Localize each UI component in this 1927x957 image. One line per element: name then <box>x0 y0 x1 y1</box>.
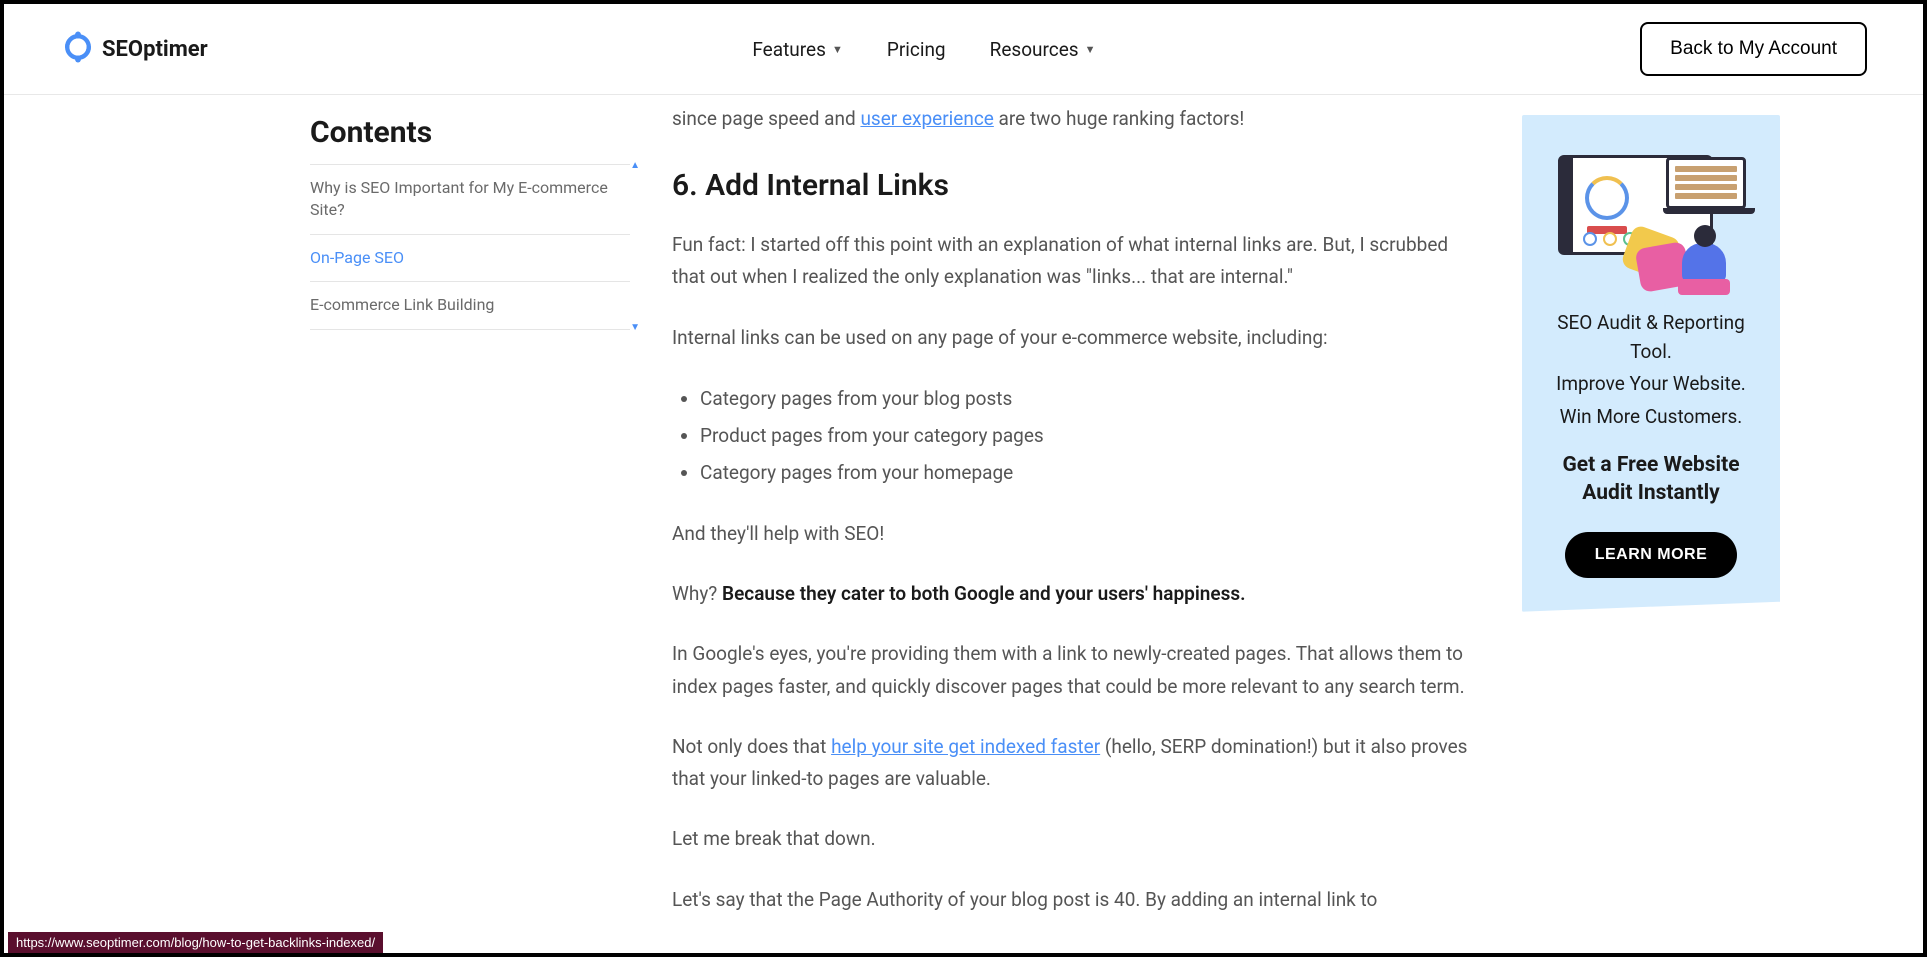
nav-features-label: Features <box>752 38 826 61</box>
nav-pricing-label: Pricing <box>887 38 946 61</box>
site-header: SEOptimer Features ▼ Pricing Resources ▼… <box>4 4 1923 95</box>
chevron-up-icon: ▲ <box>630 159 640 173</box>
back-to-account-button[interactable]: Back to My Account <box>1640 22 1867 76</box>
partial-sentence: since page speed and user experience are… <box>672 107 1470 130</box>
nav-resources[interactable]: Resources ▼ <box>990 38 1096 61</box>
toc-sidebar: Contents Why is SEO Important for My E-c… <box>310 115 630 330</box>
section-heading: 6. Add Internal Links <box>672 168 1470 203</box>
paragraph: Not only does that help your site get in… <box>672 731 1470 796</box>
nav-resources-label: Resources <box>990 38 1079 61</box>
person-graphic <box>1656 225 1736 295</box>
list-item: Category pages from your blog posts <box>700 382 1470 415</box>
paragraph: Fun fact: I started off this point with … <box>672 229 1470 294</box>
toc-item-onpage[interactable]: On-Page SEO <box>310 234 630 281</box>
paragraph: In Google's eyes, you're providing them … <box>672 638 1470 703</box>
toc-item-why[interactable]: Why is SEO Important for My E-commerce S… <box>310 164 630 234</box>
chevron-down-icon: ▼ <box>630 321 640 335</box>
text: Not only does that <box>672 735 831 758</box>
paragraph: Why? Because they cater to both Google a… <box>672 578 1470 610</box>
site-logo[interactable]: SEOptimer <box>60 29 208 69</box>
chevron-down-icon: ▼ <box>832 43 843 56</box>
toc-title: Contents <box>310 115 630 150</box>
status-bar-url: https://www.seoptimer.com/blog/how-to-ge… <box>8 932 383 953</box>
laptop-graphic <box>1666 157 1746 209</box>
learn-more-button[interactable]: LEARN MORE <box>1565 532 1738 578</box>
paragraph: And they'll help with SEO! <box>672 518 1470 550</box>
indexed-faster-link[interactable]: help your site get indexed faster <box>831 735 1100 758</box>
promo-sidebar: SEO Audit & Reporting Tool. Improve Your… <box>1522 115 1780 612</box>
paragraph: Let me break that down. <box>672 823 1470 855</box>
user-experience-link[interactable]: user experience <box>860 107 993 130</box>
text: since page speed and <box>672 107 860 130</box>
paragraph: Let's say that the Page Authority of you… <box>672 884 1470 916</box>
nav-pricing[interactable]: Pricing <box>887 38 946 61</box>
list-item: Category pages from your homepage <box>700 456 1470 489</box>
toc-item-label: Why is SEO Important for My E-commerce S… <box>310 178 608 219</box>
paragraph: Internal links can be used on any page o… <box>672 322 1470 354</box>
logo-icon <box>60 29 96 69</box>
text: Why? <box>672 582 722 605</box>
text: are two huge ranking factors! <box>994 107 1244 130</box>
list-item: Product pages from your category pages <box>700 419 1470 452</box>
chevron-down-icon: ▼ <box>1085 43 1096 56</box>
promo-text: Win More Customers. <box>1538 403 1764 432</box>
toc-item-label: E-commerce Link Building <box>310 295 494 314</box>
nav-features[interactable]: Features ▼ <box>752 38 842 61</box>
toc-item-label: On-Page SEO <box>310 248 404 267</box>
main-nav: Features ▼ Pricing Resources ▼ <box>752 38 1095 61</box>
bold-text: Because they cater to both Google and yo… <box>722 582 1246 605</box>
promo-text: Improve Your Website. <box>1538 370 1764 399</box>
logo-text: SEOptimer <box>102 37 208 62</box>
promo-text: SEO Audit & Reporting Tool. <box>1538 309 1764 366</box>
article-main: since page speed and user experience are… <box>672 115 1470 944</box>
bullet-list: Category pages from your blog posts Prod… <box>700 382 1470 490</box>
toc-item-linkbuilding[interactable]: E-commerce Link Building ▼ <box>310 281 630 329</box>
promo-illustration <box>1538 145 1764 295</box>
promo-cta-text: Get a Free Website Audit Instantly <box>1538 451 1764 508</box>
